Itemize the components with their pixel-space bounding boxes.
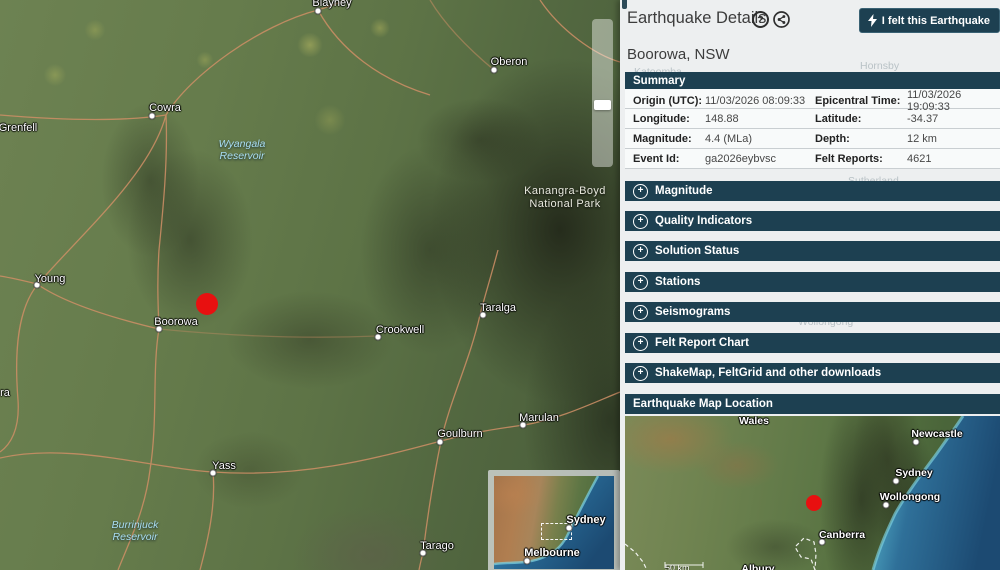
summary-field-label: Event Id: xyxy=(633,153,705,165)
summary-field-label: Latitude: xyxy=(815,113,907,125)
map-label-marulan: Marulan xyxy=(519,412,559,424)
epicenter-marker[interactable] xyxy=(196,293,218,315)
accordion-solution-status[interactable]: + Solution Status xyxy=(625,241,1000,261)
expand-plus-icon: + xyxy=(633,214,648,229)
map-label-burrinjuck-reservoir: BurrinjuckReservoir xyxy=(112,519,159,543)
accordion-label: Stations xyxy=(655,276,700,288)
map-label-blayney: Blayney xyxy=(312,0,351,9)
earthquake-details-app: Blayney Oberon Cowra Grenfell Young Boorowa Cr… xyxy=(0,0,1000,570)
accordion-label: Solution Status xyxy=(655,245,739,257)
expand-plus-icon: + xyxy=(633,336,648,351)
map-label-oberon: Oberon xyxy=(491,56,528,68)
expand-plus-icon: + xyxy=(633,184,648,199)
felt-button-label: I felt this Earthquake xyxy=(882,15,990,27)
map-label-yass: Yass xyxy=(212,460,236,472)
minimap-region-label: Wales xyxy=(739,416,769,427)
map-label-sydney: Sydney xyxy=(566,514,605,526)
map-zoom-handle[interactable] xyxy=(594,100,611,110)
felt-earthquake-button[interactable]: I felt this Earthquake xyxy=(859,8,1000,33)
expand-plus-icon: + xyxy=(633,366,648,381)
expand-plus-icon: + xyxy=(633,244,648,259)
summary-field-value: 148.88 xyxy=(705,113,815,125)
accordion-label: Seismograms xyxy=(655,306,730,318)
summary-field-value: 11/03/2026 08:09:33 xyxy=(705,95,815,107)
summary-table: Origin (UTC):11/03/2026 08:09:33Epicentr… xyxy=(625,89,1000,169)
summary-field-label: Longitude: xyxy=(633,113,705,125)
map-label-goulburn: Goulburn xyxy=(437,428,482,440)
minimap-epicenter-marker xyxy=(806,495,822,511)
accordion-seismograms[interactable]: + Seismograms xyxy=(625,302,1000,322)
summary-table-row: Longitude:148.88Latitude:-34.37 xyxy=(625,109,1000,129)
minimap-scale-label: 50 km xyxy=(665,563,690,570)
accordion-label: Quality Indicators xyxy=(655,215,752,227)
expand-plus-icon: + xyxy=(633,305,648,320)
summary-field-label: Origin (UTC): xyxy=(633,95,705,107)
accordion-stations[interactable]: + Stations xyxy=(625,272,1000,292)
panel-corner-mark xyxy=(622,0,627,9)
summary-table-row: Origin (UTC):11/03/2026 08:09:33Epicentr… xyxy=(625,89,1000,109)
map-label-albury: Albury xyxy=(741,563,774,570)
summary-field-label: Epicentral Time: xyxy=(815,95,907,107)
map-label-wyangala-reservoir: WyangalaReservoir xyxy=(219,138,266,162)
accordion-label: Magnitude xyxy=(655,185,713,197)
map-label-melbourne: Melbourne xyxy=(524,547,580,559)
accordion-quality-indicators[interactable]: + Quality Indicators xyxy=(625,211,1000,231)
accordion-magnitude[interactable]: + Magnitude xyxy=(625,181,1000,201)
main-satellite-map[interactable]: Blayney Oberon Cowra Grenfell Young Boorowa Cr… xyxy=(0,0,620,570)
overview-inset-map[interactable]: Sydney Melbourne xyxy=(488,470,620,570)
map-label-young: Young xyxy=(35,273,66,285)
map-label-newcastle: Newcastle xyxy=(911,428,962,440)
summary-field-value: -34.37 xyxy=(907,113,1000,125)
map-location-header: Earthquake Map Location xyxy=(625,394,1000,414)
summary-field-value: 11/03/2026 19:09:33 xyxy=(907,89,1000,113)
map-label-grenfell: Grenfell xyxy=(0,122,37,134)
summary-field-label: Magnitude: xyxy=(633,133,705,145)
map-label-taralga: Taralga xyxy=(480,302,516,314)
summary-field-label: Depth: xyxy=(815,133,907,145)
summary-header: Summary xyxy=(625,72,1000,89)
share-icon[interactable] xyxy=(773,11,790,28)
summary-table-row: Magnitude:4.4 (MLa)Depth:12 km xyxy=(625,129,1000,149)
map-label-national-park: Kanangra-BoydNational Park xyxy=(524,185,606,211)
map-label-sydney: Sydney xyxy=(895,467,932,479)
map-label-ra: ra xyxy=(0,387,10,399)
summary-field-value: 4.4 (MLa) xyxy=(705,133,815,145)
map-label-canberra: Canberra xyxy=(819,529,865,541)
map-zoom-slider[interactable] xyxy=(592,19,613,167)
accordion-shakemap-feltgrid-and-other-downloads[interactable]: + ShakeMap, FeltGrid and other downloads xyxy=(625,363,1000,383)
map-label-cowra: Cowra xyxy=(149,102,181,114)
lightning-bolt-icon xyxy=(868,14,877,27)
accordion-felt-report-chart[interactable]: + Felt Report Chart xyxy=(625,333,1000,353)
help-icon[interactable]: ? xyxy=(752,11,769,28)
summary-field-value: ga2026eybvsc xyxy=(705,153,815,165)
earthquake-location-minimap: 50 km Wales Newcastle Sydney Wollongong Canb… xyxy=(625,416,1000,570)
accordion-label: ShakeMap, FeltGrid and other downloads xyxy=(655,367,881,379)
expand-plus-icon: + xyxy=(633,275,648,290)
map-label-boorowa: Boorowa xyxy=(154,316,197,328)
details-panel: KatoombaHornsbyBlacktownSutherlandWollon… xyxy=(620,0,1000,570)
summary-table-row: Event Id:ga2026eybvscFelt Reports:4621 xyxy=(625,149,1000,169)
page-title: Earthquake Details xyxy=(627,9,766,28)
summary-field-label: Felt Reports: xyxy=(815,153,907,165)
map-label-crookwell: Crookwell xyxy=(376,324,424,336)
map-label-tarago: Tarago xyxy=(420,540,454,552)
overview-inset-terrain: Sydney Melbourne xyxy=(494,476,614,569)
accordion-label: Felt Report Chart xyxy=(655,337,749,349)
event-location-title: Boorowa, NSW xyxy=(627,46,730,63)
map-label-wollongong: Wollongong xyxy=(880,491,940,503)
summary-field-value: 12 km xyxy=(907,133,1000,145)
summary-field-value: 4621 xyxy=(907,153,1000,165)
